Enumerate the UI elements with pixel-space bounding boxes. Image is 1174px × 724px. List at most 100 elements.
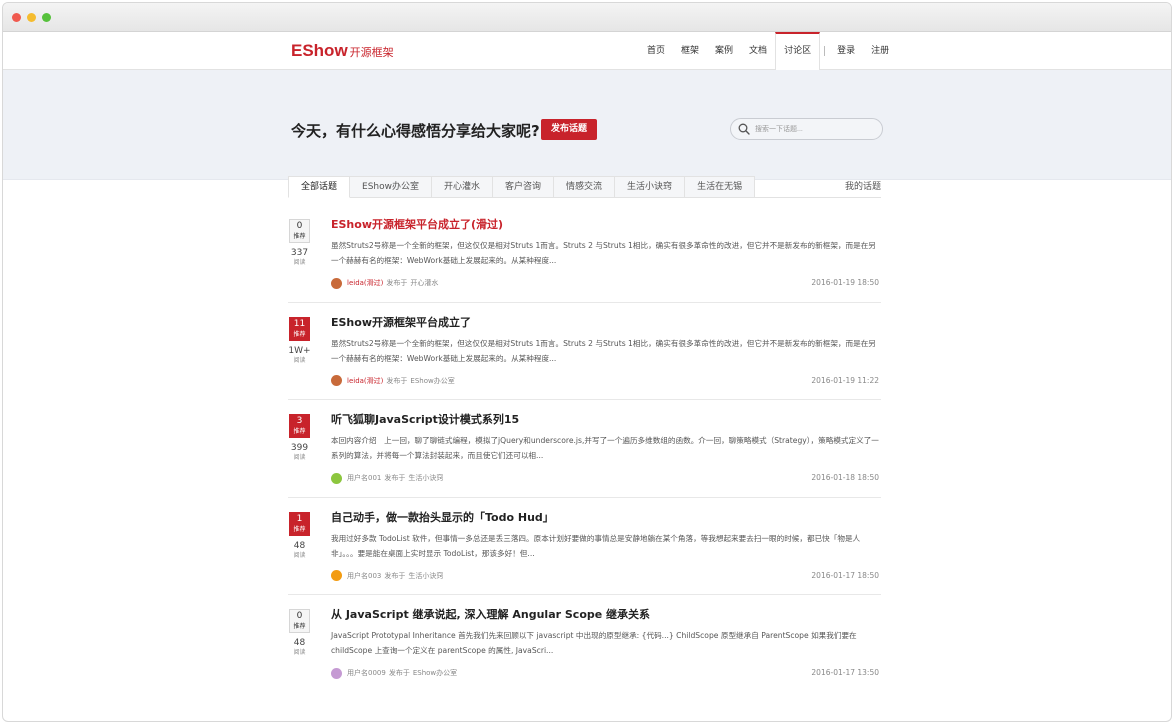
- read-stats: 337 阅读: [285, 248, 314, 267]
- tab-emotion[interactable]: 情感交流: [554, 176, 616, 198]
- posted-in-label: 发布于: [384, 474, 406, 482]
- posted-in-label: 发布于: [386, 376, 408, 385]
- read-stats: 48 阅读: [285, 541, 314, 560]
- read-label: 阅读: [293, 259, 306, 266]
- topic-date: 2016-01-19 11:22: [811, 375, 879, 385]
- topic-row[interactable]: 0 推荐 337 阅读 EShow开源框架平台成立了(滑过) 虽然Struts2…: [288, 205, 881, 303]
- recommend-count: 3: [296, 416, 303, 426]
- topic-title-link[interactable]: 自己动手，做一款抬头显示的「Todo Hud」: [331, 509, 554, 525]
- recommend-label: 推荐: [293, 233, 306, 240]
- maximize-window-button[interactable]: [42, 13, 51, 22]
- read-stats: 399 阅读: [285, 443, 314, 462]
- brand-logo[interactable]: EShow 开源框架: [291, 41, 394, 61]
- nav-item-cases[interactable]: 案例: [707, 32, 741, 70]
- recommend-badge[interactable]: 0 推荐: [289, 219, 310, 243]
- posted-in-label: 发布于: [386, 279, 408, 287]
- read-label: 阅读: [293, 356, 306, 364]
- topic-row[interactable]: 1 推荐 48 阅读 自己动手，做一款抬头显示的「Todo Hud」 我用过好多…: [285, 498, 881, 595]
- recommend-label: 推荐: [293, 525, 306, 533]
- read-label: 阅读: [293, 551, 306, 559]
- topic-meta: 用户名001 发布于 生活小诀窍: [331, 472, 443, 484]
- topic-title-link[interactable]: EShow开源框架平台成立了(滑过): [331, 216, 503, 232]
- recommend-count: 0: [296, 221, 303, 231]
- read-label: 阅读: [293, 454, 306, 461]
- board-link[interactable]: 生活小诀窍: [408, 473, 443, 483]
- nav-item-docs[interactable]: 文档: [741, 32, 775, 70]
- topic-list: 0 推荐 337 阅读 EShow开源框架平台成立了(滑过) 虽然Struts2…: [288, 205, 881, 693]
- hero-title: 今天，有什么心得感悟分享给大家呢?: [291, 122, 540, 140]
- recommend-count: 0: [296, 611, 303, 621]
- author-link[interactable]: 用户名001: [347, 473, 381, 483]
- topic-excerpt: JavaScript Prototypal Inheritance 首先我们先来…: [331, 631, 857, 655]
- top-navbar: EShow 开源框架 首页 框架 案例 文档 讨论区 登录 注册: [3, 32, 1171, 70]
- close-window-button[interactable]: [12, 13, 21, 22]
- board-link[interactable]: EShow办公室: [413, 668, 457, 678]
- avatar[interactable]: [331, 375, 342, 386]
- read-count: 337: [290, 248, 309, 258]
- category-tabs: 全部话题 EShow办公室 开心灌水 客户咨询 情感交流 生活小诀窍 生活在无锡…: [288, 176, 881, 198]
- topic-row[interactable]: 0 推荐 48 阅读 从 JavaScript 继承说起, 深入理解 Angul…: [288, 595, 881, 693]
- topic-title-link[interactable]: EShow开源框架平台成立了: [331, 314, 471, 330]
- brand-name: EShow: [291, 41, 348, 60]
- recommend-badge[interactable]: 3 推荐: [289, 414, 310, 438]
- avatar[interactable]: [331, 667, 342, 679]
- recommend-badge[interactable]: 11 推荐: [289, 316, 310, 341]
- nav-item-forum[interactable]: 讨论区: [775, 32, 821, 70]
- avatar[interactable]: [331, 472, 342, 484]
- read-count: 48: [293, 638, 306, 648]
- topic-meta: 用户名0009 发布于 EShow办公室: [331, 667, 457, 679]
- topic-title-link[interactable]: 听飞狐聊JavaScript设计模式系列15: [331, 411, 519, 427]
- brand-subtitle: 开源框架: [349, 46, 394, 59]
- read-count: 1W+: [288, 345, 311, 356]
- register-link[interactable]: 注册: [863, 32, 897, 70]
- topic-row[interactable]: 11 推荐 1W+ 阅读 EShow开源框架平台成立了 虽然Struts2号称是…: [288, 303, 881, 400]
- recommend-badge[interactable]: 0 推荐: [289, 609, 310, 633]
- recommend-badge[interactable]: 1 推荐: [289, 511, 310, 536]
- topic-row[interactable]: 3 推荐 399 阅读 听飞狐聊JavaScript设计模式系列15 本回内容介…: [288, 400, 881, 498]
- tab-life-wuxi[interactable]: 生活在无锡: [685, 176, 756, 198]
- minimize-window-button[interactable]: [27, 13, 36, 22]
- posted-in-label: 发布于: [388, 669, 410, 677]
- topic-meta: leida(滑过) 发布于 EShow办公室: [331, 375, 455, 387]
- my-topics-link[interactable]: 我的话题: [845, 176, 881, 198]
- topic-title-link[interactable]: 从 JavaScript 继承说起, 深入理解 Angular Scope 继承…: [331, 606, 650, 622]
- search-icon[interactable]: [738, 123, 750, 135]
- read-label: 阅读: [293, 649, 306, 656]
- author-link[interactable]: leida(滑过): [347, 376, 383, 386]
- recommend-label: 推荐: [293, 330, 306, 338]
- search-input[interactable]: [755, 122, 875, 136]
- author-link[interactable]: leida(滑过): [347, 278, 383, 288]
- avatar[interactable]: [331, 277, 342, 289]
- author-link[interactable]: 用户名0009: [347, 668, 386, 678]
- topic-search-box[interactable]: [730, 118, 883, 140]
- posted-in-label: 发布于: [384, 571, 406, 580]
- avatar[interactable]: [331, 570, 342, 581]
- board-link[interactable]: 生活小诀窍: [408, 571, 443, 581]
- tab-all-topics[interactable]: 全部话题: [288, 176, 351, 198]
- board-link[interactable]: EShow办公室: [410, 376, 454, 386]
- hero-banner: 今天，有什么心得感悟分享给大家呢? 发布话题: [3, 70, 1171, 180]
- author-link[interactable]: 用户名003: [347, 571, 381, 581]
- tab-happy-chat[interactable]: 开心灌水: [432, 176, 494, 198]
- nav-item-home[interactable]: 首页: [639, 32, 673, 70]
- read-stats: 48 阅读: [285, 638, 314, 657]
- topic-excerpt: 本回内容介绍 上一回，聊了聊链式编程，模拟了jQuery和underscore.…: [331, 436, 879, 460]
- tab-customer-consult[interactable]: 客户咨询: [493, 176, 555, 198]
- recommend-label: 推荐: [293, 623, 306, 630]
- tab-eshow-office[interactable]: EShow办公室: [350, 176, 432, 198]
- tab-life-tips[interactable]: 生活小诀窍: [615, 176, 686, 198]
- topic-excerpt: 虽然Struts2号称是一个全新的框架，但这仅仅是相对Struts 1而言。St…: [331, 338, 876, 363]
- topic-meta: 用户名003 发布于 生活小诀窍: [331, 570, 443, 582]
- read-count: 48: [293, 540, 306, 551]
- topic-excerpt: 虽然Struts2号称是一个全新的框架，但这仅仅是相对Struts 1而言。St…: [331, 241, 876, 265]
- recommend-label: 推荐: [293, 428, 306, 435]
- nav-divider: [824, 46, 826, 56]
- login-link[interactable]: 登录: [829, 32, 863, 70]
- topic-meta: leida(滑过) 发布于 开心灌水: [331, 277, 438, 289]
- topic-excerpt: 我用过好多款 TodoList 软件，但事情一多总还是丢三落四。原本计划好要做的…: [331, 533, 861, 558]
- nav-item-frameworks[interactable]: 框架: [673, 32, 707, 70]
- topic-date: 2016-01-19 18:50: [811, 278, 879, 287]
- board-link[interactable]: 开心灌水: [410, 278, 438, 288]
- main-nav: 首页 框架 案例 文档 讨论区 登录 注册: [639, 32, 897, 70]
- publish-topic-button[interactable]: 发布话题: [541, 119, 598, 140]
